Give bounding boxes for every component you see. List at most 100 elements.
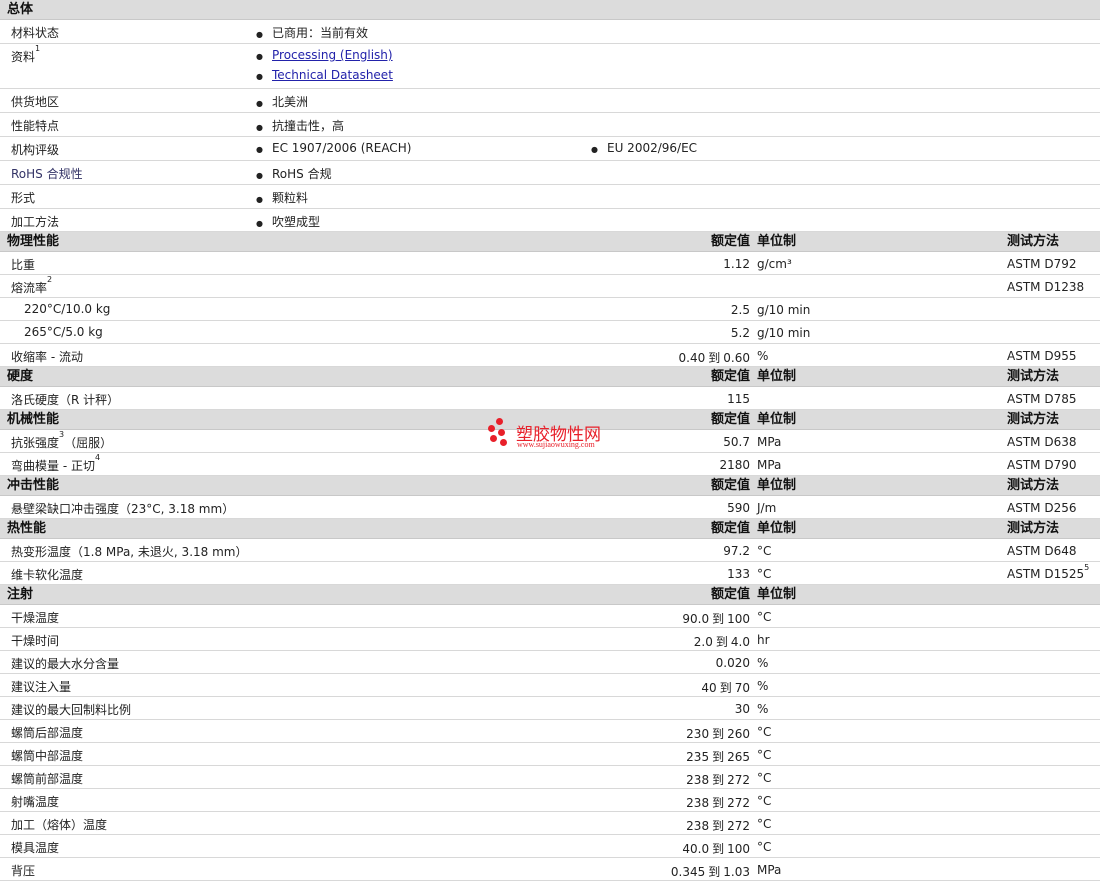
bullet-dot-icon: ● <box>256 145 263 154</box>
unit-value: °C <box>757 725 772 739</box>
general-row: 机构评级 ● EC 1907/2006 (REACH) ● EU 2002/96/EC <box>0 137 1100 161</box>
test-method-text: ASTM D790 <box>1007 458 1077 472</box>
value-min: 0.020 <box>715 656 750 670</box>
bullet-text: EC 1907/2006 (REACH) <box>272 141 412 155</box>
value-min: 5.2 <box>730 326 750 340</box>
label-text: RoHS 合规性 <box>11 167 83 181</box>
property-label: 螺筒后部温度 <box>11 724 83 741</box>
property-row: 螺筒中部温度 235 到 265 °C <box>0 743 1100 766</box>
value-min: 238 <box>686 773 710 787</box>
value-max: 272 <box>727 773 750 787</box>
test-method-header: 测试方法 <box>1007 412 1060 427</box>
bullet-list: ● 北美洲 <box>256 93 308 113</box>
label-text: 220°C/10.0 kg <box>24 302 111 316</box>
property-row: 建议的最大水分含量 0.020% <box>0 651 1100 674</box>
bullet-list-secondary: ● EU 2002/96/EC <box>591 141 697 161</box>
property-row: 弯曲模量 - 正切4 2180 MPa ASTM D790 <box>0 453 1100 476</box>
property-label: 建议注入量 <box>11 678 71 695</box>
property-row: 螺筒前部温度 238 到 272 °C <box>0 766 1100 789</box>
bullet-list: ● 吹塑成型 <box>256 213 320 233</box>
bullet-dot-icon: ● <box>256 72 263 81</box>
general-row-label: 性能特点 <box>11 117 59 134</box>
logo-dots-icon <box>486 418 514 448</box>
property-row: 螺筒后部温度 230 到 260 °C <box>0 720 1100 743</box>
label-text: 加工方法 <box>11 215 60 229</box>
nominal-value: 5.2 <box>731 326 750 340</box>
property-row: 洛氏硬度（R 计秤） 115 ASTM D785 <box>0 387 1100 410</box>
property-row: 建议的最大回制料比例 30% <box>0 697 1100 720</box>
section-title: 总体 <box>7 2 34 17</box>
watermark-logo: 塑胶物性网 www.sujiaowuxing.com <box>486 418 626 452</box>
nominal-value: 238 到 272 <box>686 817 750 834</box>
bullet-list: ● RoHS 合规 <box>256 165 332 185</box>
test-method: ASTM D785 <box>1007 392 1076 406</box>
nominal-value: 30 <box>735 702 750 716</box>
bullet-dot-icon: ● <box>256 219 263 228</box>
nominal-value: 230 到 260 <box>686 725 750 742</box>
nominal-value: 2.5 <box>731 303 750 317</box>
test-method-header: 测试方法 <box>1007 234 1060 249</box>
unit-value: % <box>757 702 769 716</box>
section-title: 物理性能 <box>7 234 60 249</box>
test-method-text: ASTM D955 <box>1007 349 1077 363</box>
nominal-header: 额定值 <box>710 234 750 249</box>
section-header: 热性能 额定值 单位制 测试方法 <box>0 519 1100 539</box>
property-label: 热变形温度（1.8 MPa, 未退火, 3.18 mm） <box>11 543 247 560</box>
test-method-text: ASTM D785 <box>1007 392 1077 406</box>
bullet-dot-icon: ● <box>256 171 263 180</box>
test-method: ASTM D792 <box>1007 257 1076 271</box>
property-label: 265°C/5.0 kg <box>24 325 103 339</box>
document-link[interactable]: Technical Datasheet <box>272 68 393 82</box>
property-label: 模具温度 <box>11 839 59 856</box>
property-row: 射嘴温度 238 到 272 °C <box>0 789 1100 812</box>
property-label: 弯曲模量 - 正切4 <box>11 453 100 474</box>
label-text: 螺筒后部温度 <box>11 726 84 740</box>
general-row: 性能特点 ● 抗撞击性，高 <box>0 113 1100 137</box>
bullet-item: ● EC 1907/2006 (REACH) <box>256 141 411 161</box>
general-row-label: 供货地区 <box>11 93 59 110</box>
bullet-dot-icon: ● <box>256 99 263 108</box>
property-row: 悬壁梁缺口冲击强度（23°C, 3.18 mm） 590 J/m ASTM D256 <box>0 496 1100 519</box>
nominal-value: 97.2 <box>723 544 750 558</box>
unit-value: °C <box>757 544 772 558</box>
test-method: ASTM D955 <box>1007 349 1076 363</box>
bullet-text: EU 2002/96/EC <box>607 141 698 155</box>
test-method-text: ASTM D792 <box>1007 257 1077 271</box>
value-min: 0.40 <box>678 351 706 365</box>
label-text: 弯曲模量 - 正切 <box>11 459 95 473</box>
nominal-value: 2.0 到 4.0 <box>694 633 750 650</box>
section-title: 机械性能 <box>7 412 60 427</box>
value-min: 40.0 <box>682 842 710 856</box>
property-row: 维卡软化温度 133 °C ASTM D15255 <box>0 562 1100 585</box>
value-min: 30 <box>734 702 750 716</box>
general-row-label: 机构评级 <box>11 141 59 158</box>
bullet-text: RoHS 合规 <box>272 167 332 181</box>
property-label: 建议的最大水分含量 <box>11 655 119 672</box>
unit-value: % <box>757 656 769 670</box>
test-method-header: 测试方法 <box>1007 369 1060 384</box>
test-method: ASTM D790 <box>1007 458 1076 472</box>
general-row: 加工方法 ● 吹塑成型 <box>0 209 1100 232</box>
footnote-marker: 3 <box>59 430 65 439</box>
nominal-header: 额定值 <box>710 587 750 602</box>
unit-value: g/10 min <box>757 326 811 340</box>
range-word: 到 <box>712 819 725 833</box>
bullet-item: ● 北美洲 <box>256 93 308 113</box>
test-method: ASTM D1238 <box>1007 280 1084 294</box>
unit-value: °C <box>757 840 772 854</box>
label-text: 资料 <box>11 50 36 64</box>
bullet-list: ● 已商用：当前有效 <box>256 24 368 44</box>
value-min: 115 <box>727 392 750 406</box>
range-word: 到 <box>708 865 721 879</box>
unit-value: °C <box>757 794 772 808</box>
bullet-item: ● RoHS 合规 <box>256 165 332 185</box>
bullet-text: 抗撞击性，高 <box>272 119 345 133</box>
document-link[interactable]: Processing (English) <box>272 48 393 62</box>
value-max: 260 <box>727 727 750 741</box>
label-text: 形式 <box>11 191 36 205</box>
label-text: 供货地区 <box>11 95 60 109</box>
nominal-value: 0.40 到 0.60 <box>679 349 750 366</box>
unit-value: °C <box>757 748 772 762</box>
property-label: 螺筒中部温度 <box>11 747 83 764</box>
general-row-label: 材料状态 <box>11 24 59 41</box>
